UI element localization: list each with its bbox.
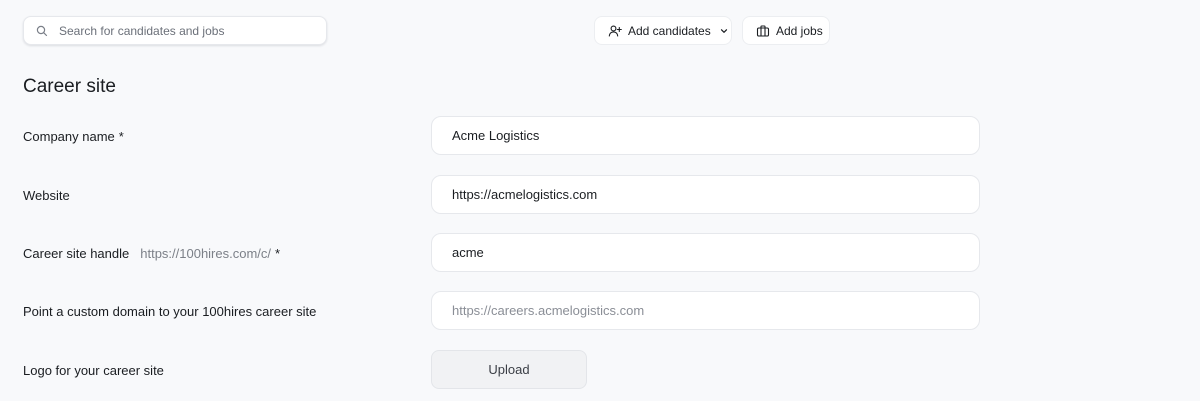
search-input[interactable] bbox=[59, 23, 309, 38]
chevron-down-icon bbox=[719, 26, 729, 36]
website-label: Website bbox=[23, 185, 70, 205]
company-name-field[interactable] bbox=[431, 116, 980, 155]
required-mark: * bbox=[118, 128, 124, 144]
custom-domain-field[interactable] bbox=[431, 291, 980, 330]
add-candidates-button[interactable]: Add candidates bbox=[594, 16, 732, 45]
career-site-handle-label: Career site handle https://100hires.com/… bbox=[23, 243, 280, 263]
custom-domain-input[interactable] bbox=[432, 303, 979, 318]
website-field[interactable] bbox=[431, 175, 980, 214]
custom-domain-label: Point a custom domain to your 100hires c… bbox=[23, 301, 316, 321]
required-mark: * bbox=[275, 245, 281, 261]
company-name-input[interactable] bbox=[432, 128, 979, 143]
custom-domain-label-text: Point a custom domain to your 100hires c… bbox=[23, 303, 317, 319]
add-jobs-button[interactable]: Add jobs bbox=[742, 16, 830, 45]
briefcase-icon bbox=[756, 24, 770, 38]
handle-prefix-hint: https://100hires.com/c/ bbox=[140, 245, 272, 261]
career-site-handle-field[interactable] bbox=[431, 233, 980, 272]
career-site-handle-input[interactable] bbox=[432, 245, 979, 260]
company-name-label-text: Company name bbox=[23, 128, 115, 144]
search-bar[interactable] bbox=[23, 16, 327, 45]
upload-logo-button[interactable]: Upload bbox=[431, 350, 587, 389]
website-label-text: Website bbox=[23, 187, 70, 203]
logo-label-text: Logo for your career site bbox=[23, 362, 164, 378]
add-jobs-label: Add jobs bbox=[776, 23, 823, 38]
add-candidates-label: Add candidates bbox=[628, 23, 711, 38]
career-site-handle-label-text: Career site handle bbox=[23, 245, 130, 261]
search-icon bbox=[36, 25, 48, 37]
logo-label: Logo for your career site bbox=[23, 360, 164, 380]
company-name-label: Company name * bbox=[23, 126, 124, 146]
website-input[interactable] bbox=[432, 187, 979, 202]
user-plus-icon bbox=[608, 24, 622, 38]
page-title: Career site bbox=[23, 76, 116, 97]
